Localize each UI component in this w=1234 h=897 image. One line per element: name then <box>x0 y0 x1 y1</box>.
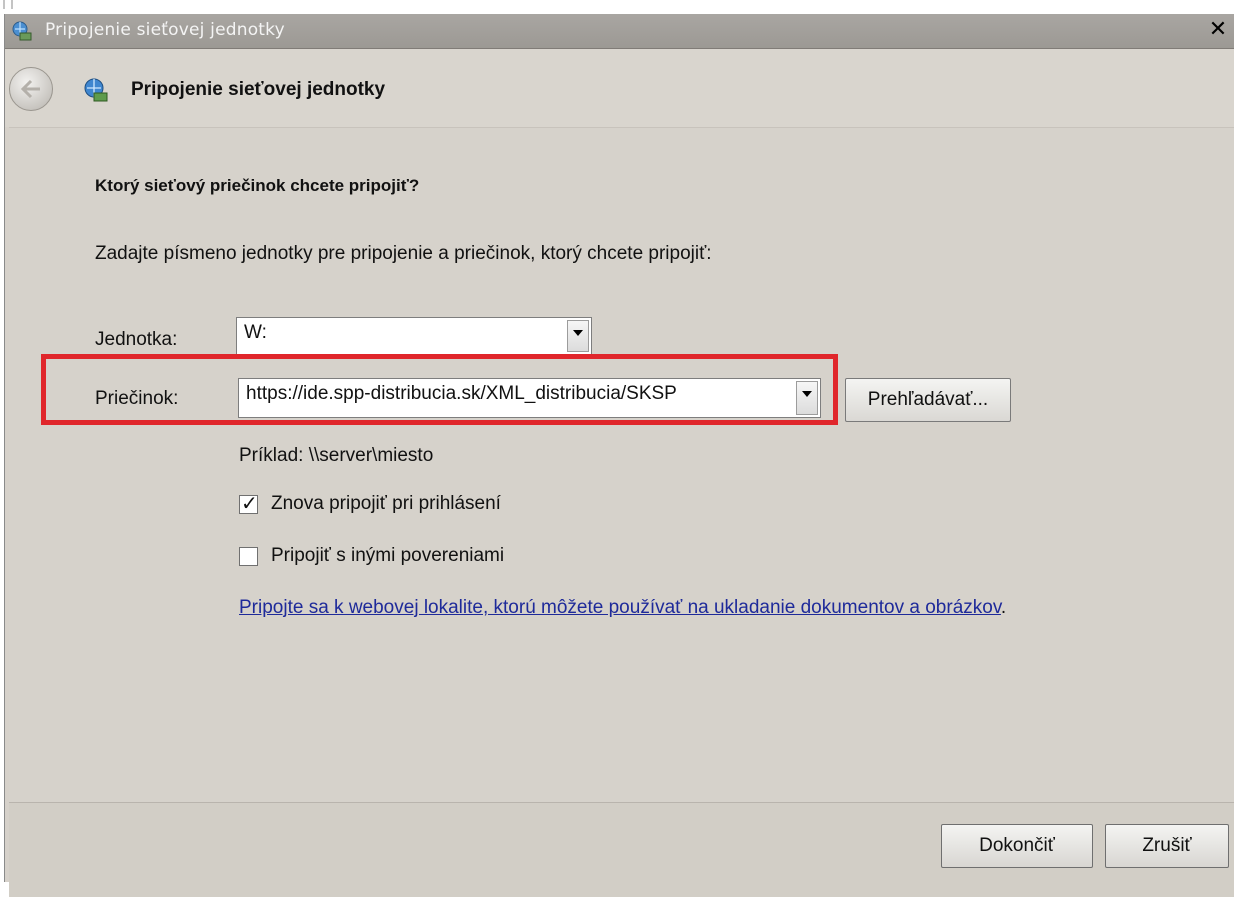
nav-bar: Pripojenie sieťovej jednotky <box>5 49 1234 127</box>
page-heading: Ktorý sieťový priečinok chcete pripojiť? <box>95 176 420 195</box>
network-drive-icon <box>84 78 108 102</box>
close-icon: ✕ <box>1208 17 1228 42</box>
network-drive-icon <box>12 21 32 41</box>
website-link-paragraph: Pripojte sa k webovej lokalite, ktorú mô… <box>239 595 1139 621</box>
credentials-checkbox[interactable] <box>239 547 258 566</box>
back-arrow-icon <box>20 79 40 99</box>
drive-select[interactable]: W: <box>236 317 592 355</box>
drive-value: W: <box>244 322 267 343</box>
dialog-content: Ktorý sieťový priečinok chcete pripojiť?… <box>9 127 1234 802</box>
instructions-text: Zadajte písmeno jednotky pre pripojenie … <box>95 243 712 264</box>
map-network-drive-dialog: Pripojenie sieťovej jednotky ✕ Pripojeni… <box>4 14 1234 897</box>
finish-button[interactable]: Dokončiť <box>941 824 1093 868</box>
browse-button[interactable]: Prehľadávať... <box>845 378 1011 422</box>
website-link[interactable]: Pripojte sa k webovej lokalite, ktorú mô… <box>239 597 1001 618</box>
title-bar[interactable]: Pripojenie sieťovej jednotky ✕ <box>5 14 1234 49</box>
window-edge-marks <box>3 0 13 9</box>
dialog-title: Pripojenie sieťovej jednotky <box>131 79 386 100</box>
cancel-button[interactable]: Zrušiť <box>1105 824 1229 868</box>
button-bar: Dokončiť Zrušiť <box>9 802 1234 897</box>
window-title: Pripojenie sieťovej jednotky <box>45 20 285 40</box>
credentials-label: Pripojiť s inými povereniami <box>271 545 505 566</box>
back-button[interactable] <box>9 67 53 111</box>
example-text: Príklad: \\server\miesto <box>239 445 434 466</box>
link-suffix: . <box>1000 597 1007 618</box>
close-button[interactable]: ✕ <box>1207 17 1229 42</box>
chevron-down-icon[interactable] <box>567 320 589 352</box>
reconnect-label: Znova pripojiť pri prihlásení <box>271 493 501 514</box>
reconnect-checkbox[interactable]: ✓ <box>239 491 258 515</box>
highlight-box <box>41 354 838 425</box>
drive-label: Jednotka: <box>95 329 178 350</box>
check-icon: ✓ <box>241 491 258 515</box>
